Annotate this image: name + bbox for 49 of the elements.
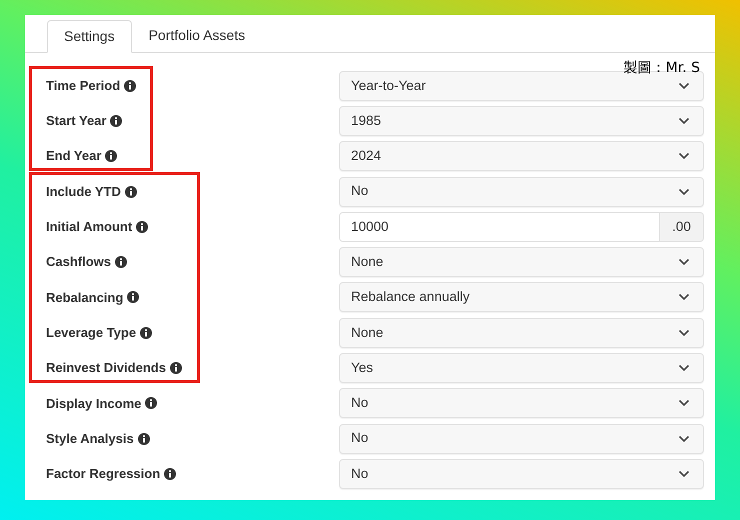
amount-input[interactable]: 10000 bbox=[339, 212, 660, 242]
chevron-down-icon bbox=[678, 152, 690, 160]
select-field[interactable]: Yes bbox=[339, 353, 704, 384]
info-icon[interactable] bbox=[127, 291, 140, 304]
field-label: Leverage Type bbox=[46, 324, 136, 342]
field-label: Time Period bbox=[46, 76, 120, 95]
chevron-down-icon bbox=[678, 364, 690, 372]
field-label: Reinvest Dividends bbox=[46, 359, 166, 378]
info-icon[interactable] bbox=[164, 468, 176, 480]
field-label: Start Year bbox=[46, 112, 106, 130]
select-field[interactable]: No bbox=[339, 388, 704, 418]
field-label: Style Analysis bbox=[46, 430, 134, 448]
select-field[interactable]: No bbox=[339, 424, 704, 454]
chevron-down-icon bbox=[678, 293, 690, 302]
chevron-down-icon bbox=[678, 258, 690, 266]
field-label: Rebalancing bbox=[46, 288, 124, 307]
chevron-down-icon bbox=[678, 434, 690, 443]
field-label: Include YTD bbox=[46, 182, 121, 201]
info-icon[interactable] bbox=[124, 80, 136, 92]
tab[interactable]: Settings bbox=[47, 20, 132, 53]
field-label: Cashflows bbox=[46, 253, 112, 272]
info-icon[interactable] bbox=[115, 256, 128, 268]
chevron-down-icon bbox=[678, 116, 690, 125]
info-icon[interactable] bbox=[110, 114, 122, 127]
select-field[interactable]: 1985 bbox=[339, 106, 704, 136]
info-icon[interactable] bbox=[124, 186, 137, 198]
info-icon[interactable] bbox=[138, 432, 150, 445]
info-icon[interactable] bbox=[105, 150, 118, 162]
chevron-down-icon bbox=[678, 188, 690, 196]
info-icon[interactable] bbox=[170, 362, 182, 374]
select-field[interactable]: Rebalance annually bbox=[339, 282, 704, 312]
info-icon[interactable] bbox=[136, 220, 148, 233]
chevron-down-icon bbox=[678, 82, 690, 90]
info-icon[interactable] bbox=[145, 397, 158, 410]
select-field[interactable]: No bbox=[339, 176, 704, 207]
field-label: Display Income bbox=[46, 394, 142, 413]
tab[interactable]: Portfolio Assets bbox=[132, 19, 262, 52]
select-field[interactable]: None bbox=[339, 318, 704, 348]
select-field[interactable]: 2024 bbox=[339, 141, 704, 172]
chevron-down-icon bbox=[678, 328, 690, 337]
select-field[interactable]: No bbox=[339, 458, 704, 489]
field-label: Factor Regression bbox=[46, 465, 160, 484]
select-field[interactable]: None bbox=[339, 247, 704, 278]
decimal-addon: .00 bbox=[660, 212, 704, 242]
chevron-down-icon bbox=[678, 399, 690, 408]
info-icon[interactable] bbox=[140, 326, 152, 339]
chevron-down-icon bbox=[678, 470, 690, 478]
field-label: Initial Amount bbox=[46, 218, 132, 236]
field-label: End Year bbox=[46, 147, 102, 166]
